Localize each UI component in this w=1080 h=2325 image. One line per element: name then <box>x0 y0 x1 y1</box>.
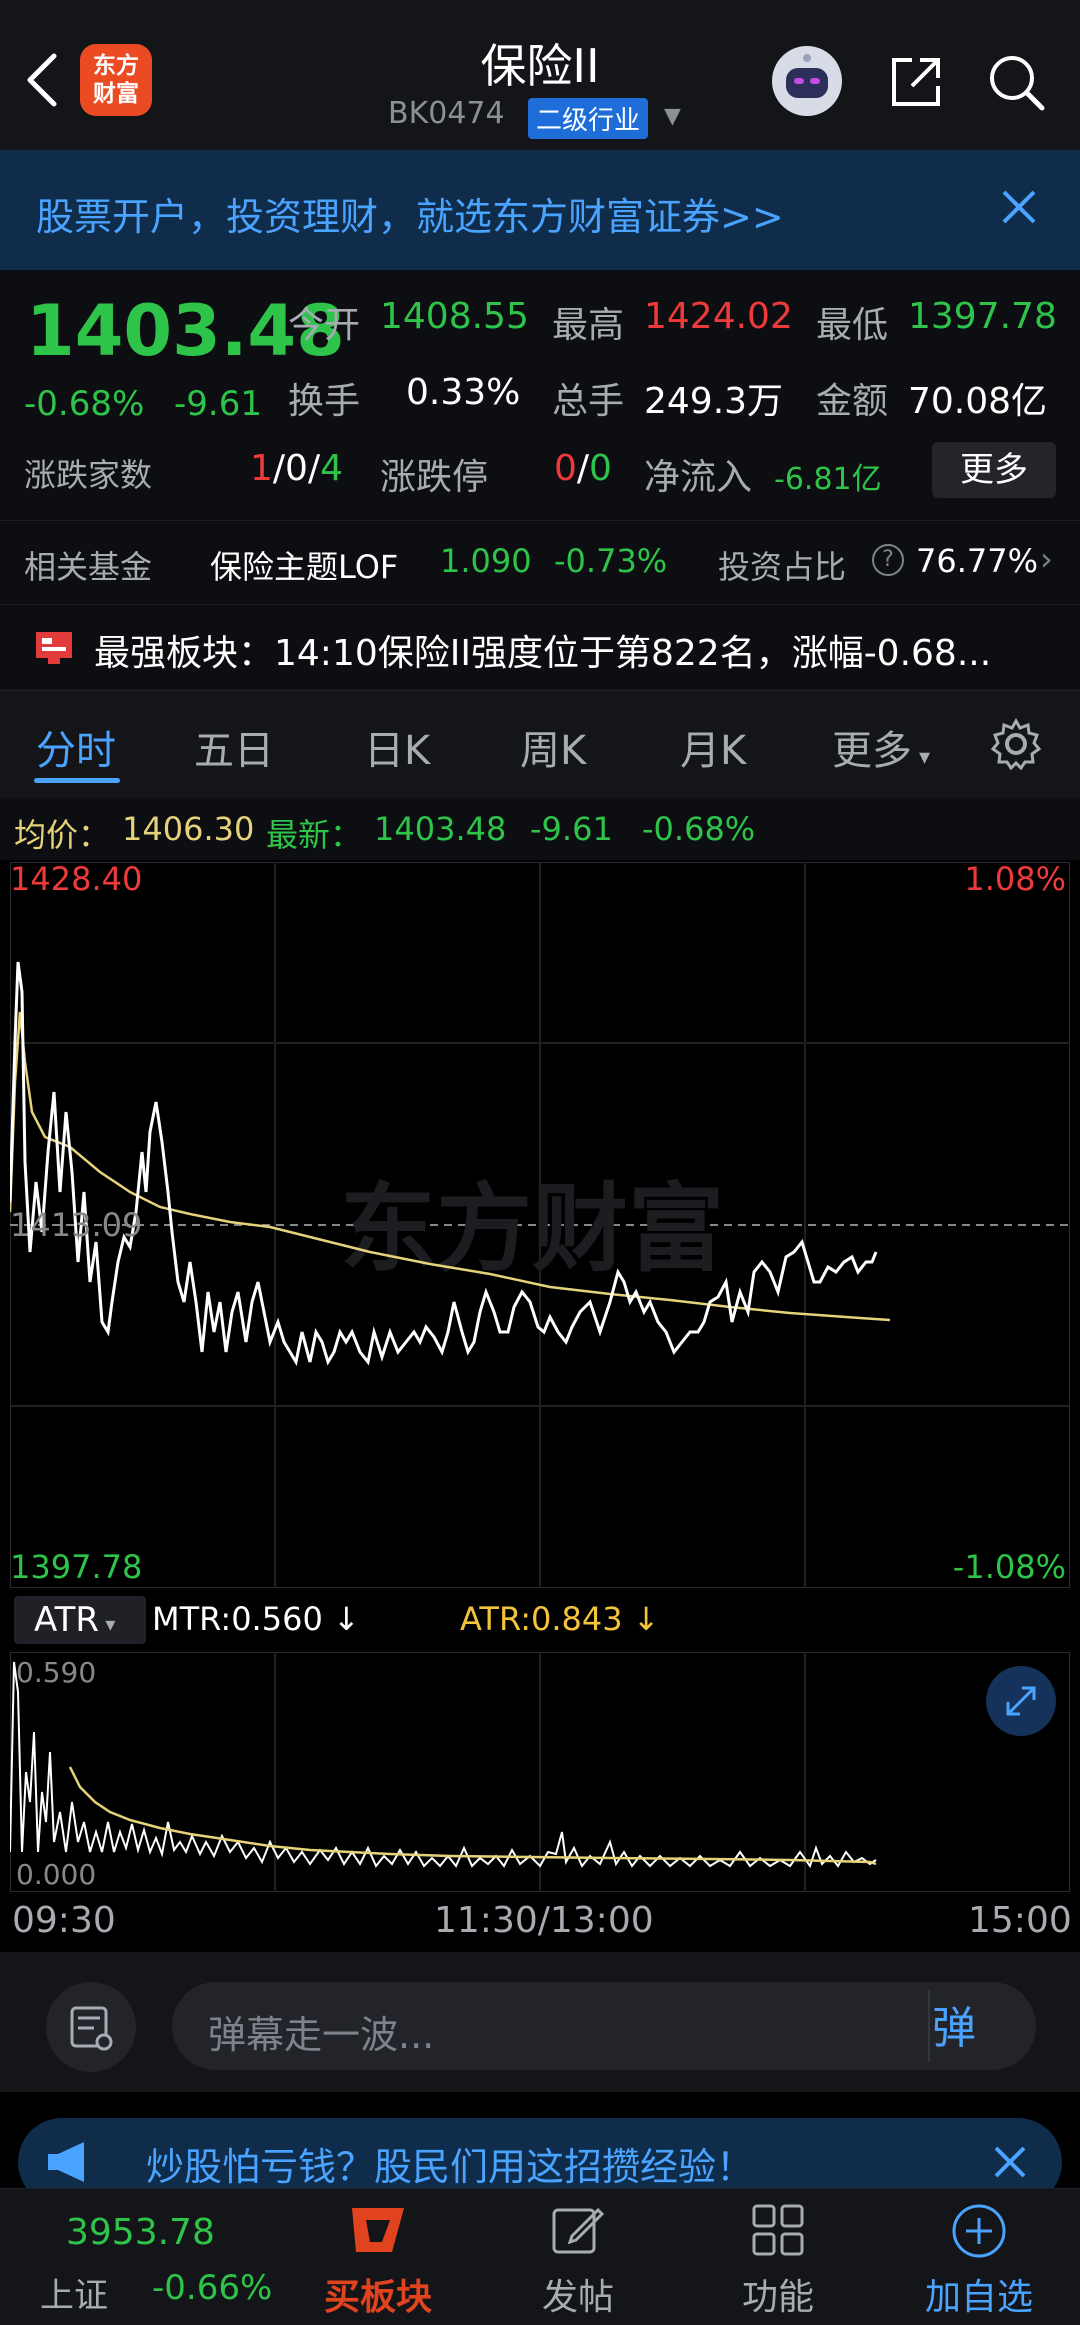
help-icon[interactable]: ? <box>872 544 904 576</box>
app-logo[interactable]: 东方 财富 <box>80 44 152 116</box>
tab-five-day[interactable]: 五日 <box>194 718 274 776</box>
axis-low-pct: -1.08% <box>953 1548 1066 1586</box>
down-count: 4 <box>320 448 343 489</box>
open-value: 1408.55 <box>380 296 529 337</box>
index-value[interactable]: 3953.78 <box>66 2212 215 2253</box>
turnover-label: 换手 <box>288 381 361 422</box>
high-value: 1424.02 <box>644 296 793 337</box>
functions-grid-icon[interactable] <box>750 2202 806 2258</box>
low-label: 最低 <box>816 305 889 346</box>
tab-daily-k[interactable]: 日K <box>364 718 430 776</box>
index-change[interactable]: -0.66% <box>152 2268 272 2308</box>
robot-icon[interactable] <box>772 46 842 116</box>
megaphone-icon <box>48 2142 84 2182</box>
ratio-label: 投资占比 <box>718 548 847 586</box>
flat-count: 0 <box>285 448 308 489</box>
chevron-right-icon[interactable]: › <box>1040 540 1053 578</box>
atr-axis-bottom: 0.000 <box>16 1858 96 1891</box>
netflow-value: -6.81亿 <box>774 462 882 497</box>
buy-sector-icon[interactable] <box>346 2202 410 2258</box>
change-abs: -9.61 <box>174 384 262 424</box>
tab-weekly-k[interactable]: 周K <box>520 718 586 776</box>
limit-down-count: 0 <box>589 448 612 489</box>
intraday-chart[interactable]: 东方财富 1428.40 1.08% 1413.09 1397.78 -1.08… <box>10 862 1070 1588</box>
latest-pct: -0.68% <box>642 810 756 848</box>
fund-change: -0.73% <box>554 542 668 580</box>
change-pct: -0.68% <box>24 384 145 424</box>
expand-icon[interactable] <box>986 1666 1056 1736</box>
tag-dropdown-icon[interactable]: ▼ <box>664 104 681 129</box>
open-label: 今开 <box>288 305 361 346</box>
fund-label: 相关基金 <box>24 548 153 586</box>
netflow-label: 净流入 <box>644 457 753 498</box>
nav-post[interactable]: 发帖 <box>520 2268 636 2320</box>
atr-line <box>68 1766 877 1866</box>
post-icon[interactable] <box>550 2202 606 2258</box>
avg-price-label: 均价： <box>14 816 111 854</box>
settings-gear-icon[interactable] <box>990 718 1042 770</box>
limit-label: 涨跌停 <box>380 457 489 498</box>
time-start: 09:30 <box>12 1900 116 1941</box>
nav-add-watchlist[interactable]: 加自选 <box>914 2268 1044 2320</box>
amount-value: 70.08亿 <box>908 381 1048 422</box>
ratio-value: 76.77% <box>916 542 1039 580</box>
volume-label: 总手 <box>552 381 625 422</box>
volume-value: 249.3万 <box>644 381 784 422</box>
indicator-select[interactable]: ATR ▾ <box>14 1596 146 1644</box>
turnover-value: 0.33% <box>406 372 521 413</box>
page-title: 保险II <box>480 39 600 93</box>
axis-low-price: 1397.78 <box>10 1548 142 1586</box>
promo-close-icon[interactable] <box>990 2142 1030 2182</box>
tab-intraday[interactable]: 分时 <box>36 718 116 776</box>
danmu-divider <box>928 1990 930 2062</box>
back-arrow-icon[interactable] <box>22 50 62 110</box>
axis-high-pct: 1.08% <box>964 862 1066 898</box>
amount-label: 金额 <box>816 381 889 422</box>
add-watchlist-icon[interactable] <box>950 2202 1008 2260</box>
price-line <box>10 961 878 1367</box>
time-end: 15:00 <box>968 1900 1072 1941</box>
time-mid: 11:30/13:00 <box>434 1900 654 1941</box>
up-count: 1 <box>250 448 273 489</box>
share-icon[interactable] <box>884 50 948 114</box>
close-icon[interactable] <box>996 184 1042 230</box>
danmu-settings-icon[interactable] <box>46 1982 136 2072</box>
latest-label: 最新： <box>266 816 363 854</box>
fund-price: 1.090 <box>440 542 532 580</box>
nav-buy-sector[interactable]: 买板块 <box>316 2268 440 2320</box>
watermark: 东方财富 <box>340 1173 724 1285</box>
avg-price-value: 1406.30 <box>122 810 255 848</box>
tab-more[interactable]: 更多 ▾ <box>832 718 930 776</box>
low-value: 1397.78 <box>908 296 1057 337</box>
strongest-sector-text[interactable]: 最强板块：14:10保险II强度位于第822名，涨幅-0.68... <box>94 624 991 676</box>
promo-text[interactable]: 炒股怕亏钱？股民们用这招攒经验！ <box>146 2136 754 2191</box>
active-tab-indicator <box>34 778 120 783</box>
sector-code: BK0474 <box>388 96 505 131</box>
danmu-placeholder: 弹幕走一波... <box>208 2013 435 2057</box>
atr-value: ATR:0.843 ↓ <box>460 1600 660 1638</box>
index-name[interactable]: 上证 <box>40 2268 108 2317</box>
search-icon[interactable] <box>984 50 1048 114</box>
danmu-send-button[interactable]: 弹 <box>932 1992 976 2056</box>
atr-chart[interactable]: 0.590 0.000 <box>10 1652 1070 1892</box>
banner-text[interactable]: 股票开户，投资理财，就选东方财富证券>> <box>36 186 784 241</box>
axis-high-price: 1428.40 <box>10 862 142 898</box>
fund-name[interactable]: 保险主题LOF <box>210 542 398 588</box>
tab-monthly-k[interactable]: 月K <box>680 718 746 776</box>
mtr-line <box>10 1661 877 1869</box>
latest-change: -9.61 <box>530 810 613 848</box>
mtr-value: MTR:0.560 ↓ <box>152 1600 360 1638</box>
atr-axis-top: 0.590 <box>16 1656 96 1689</box>
sector-level-tag[interactable]: 二级行业 <box>528 98 649 139</box>
nav-functions[interactable]: 功能 <box>720 2268 836 2320</box>
limit-up-count: 0 <box>554 448 577 489</box>
latest-value: 1403.48 <box>374 810 507 848</box>
chart-report-icon <box>36 632 72 664</box>
more-button[interactable]: 更多 <box>932 442 1056 498</box>
high-label: 最高 <box>552 305 625 346</box>
updown-label: 涨跌家数 <box>24 456 153 494</box>
axis-mid-price: 1413.09 <box>10 1206 142 1244</box>
